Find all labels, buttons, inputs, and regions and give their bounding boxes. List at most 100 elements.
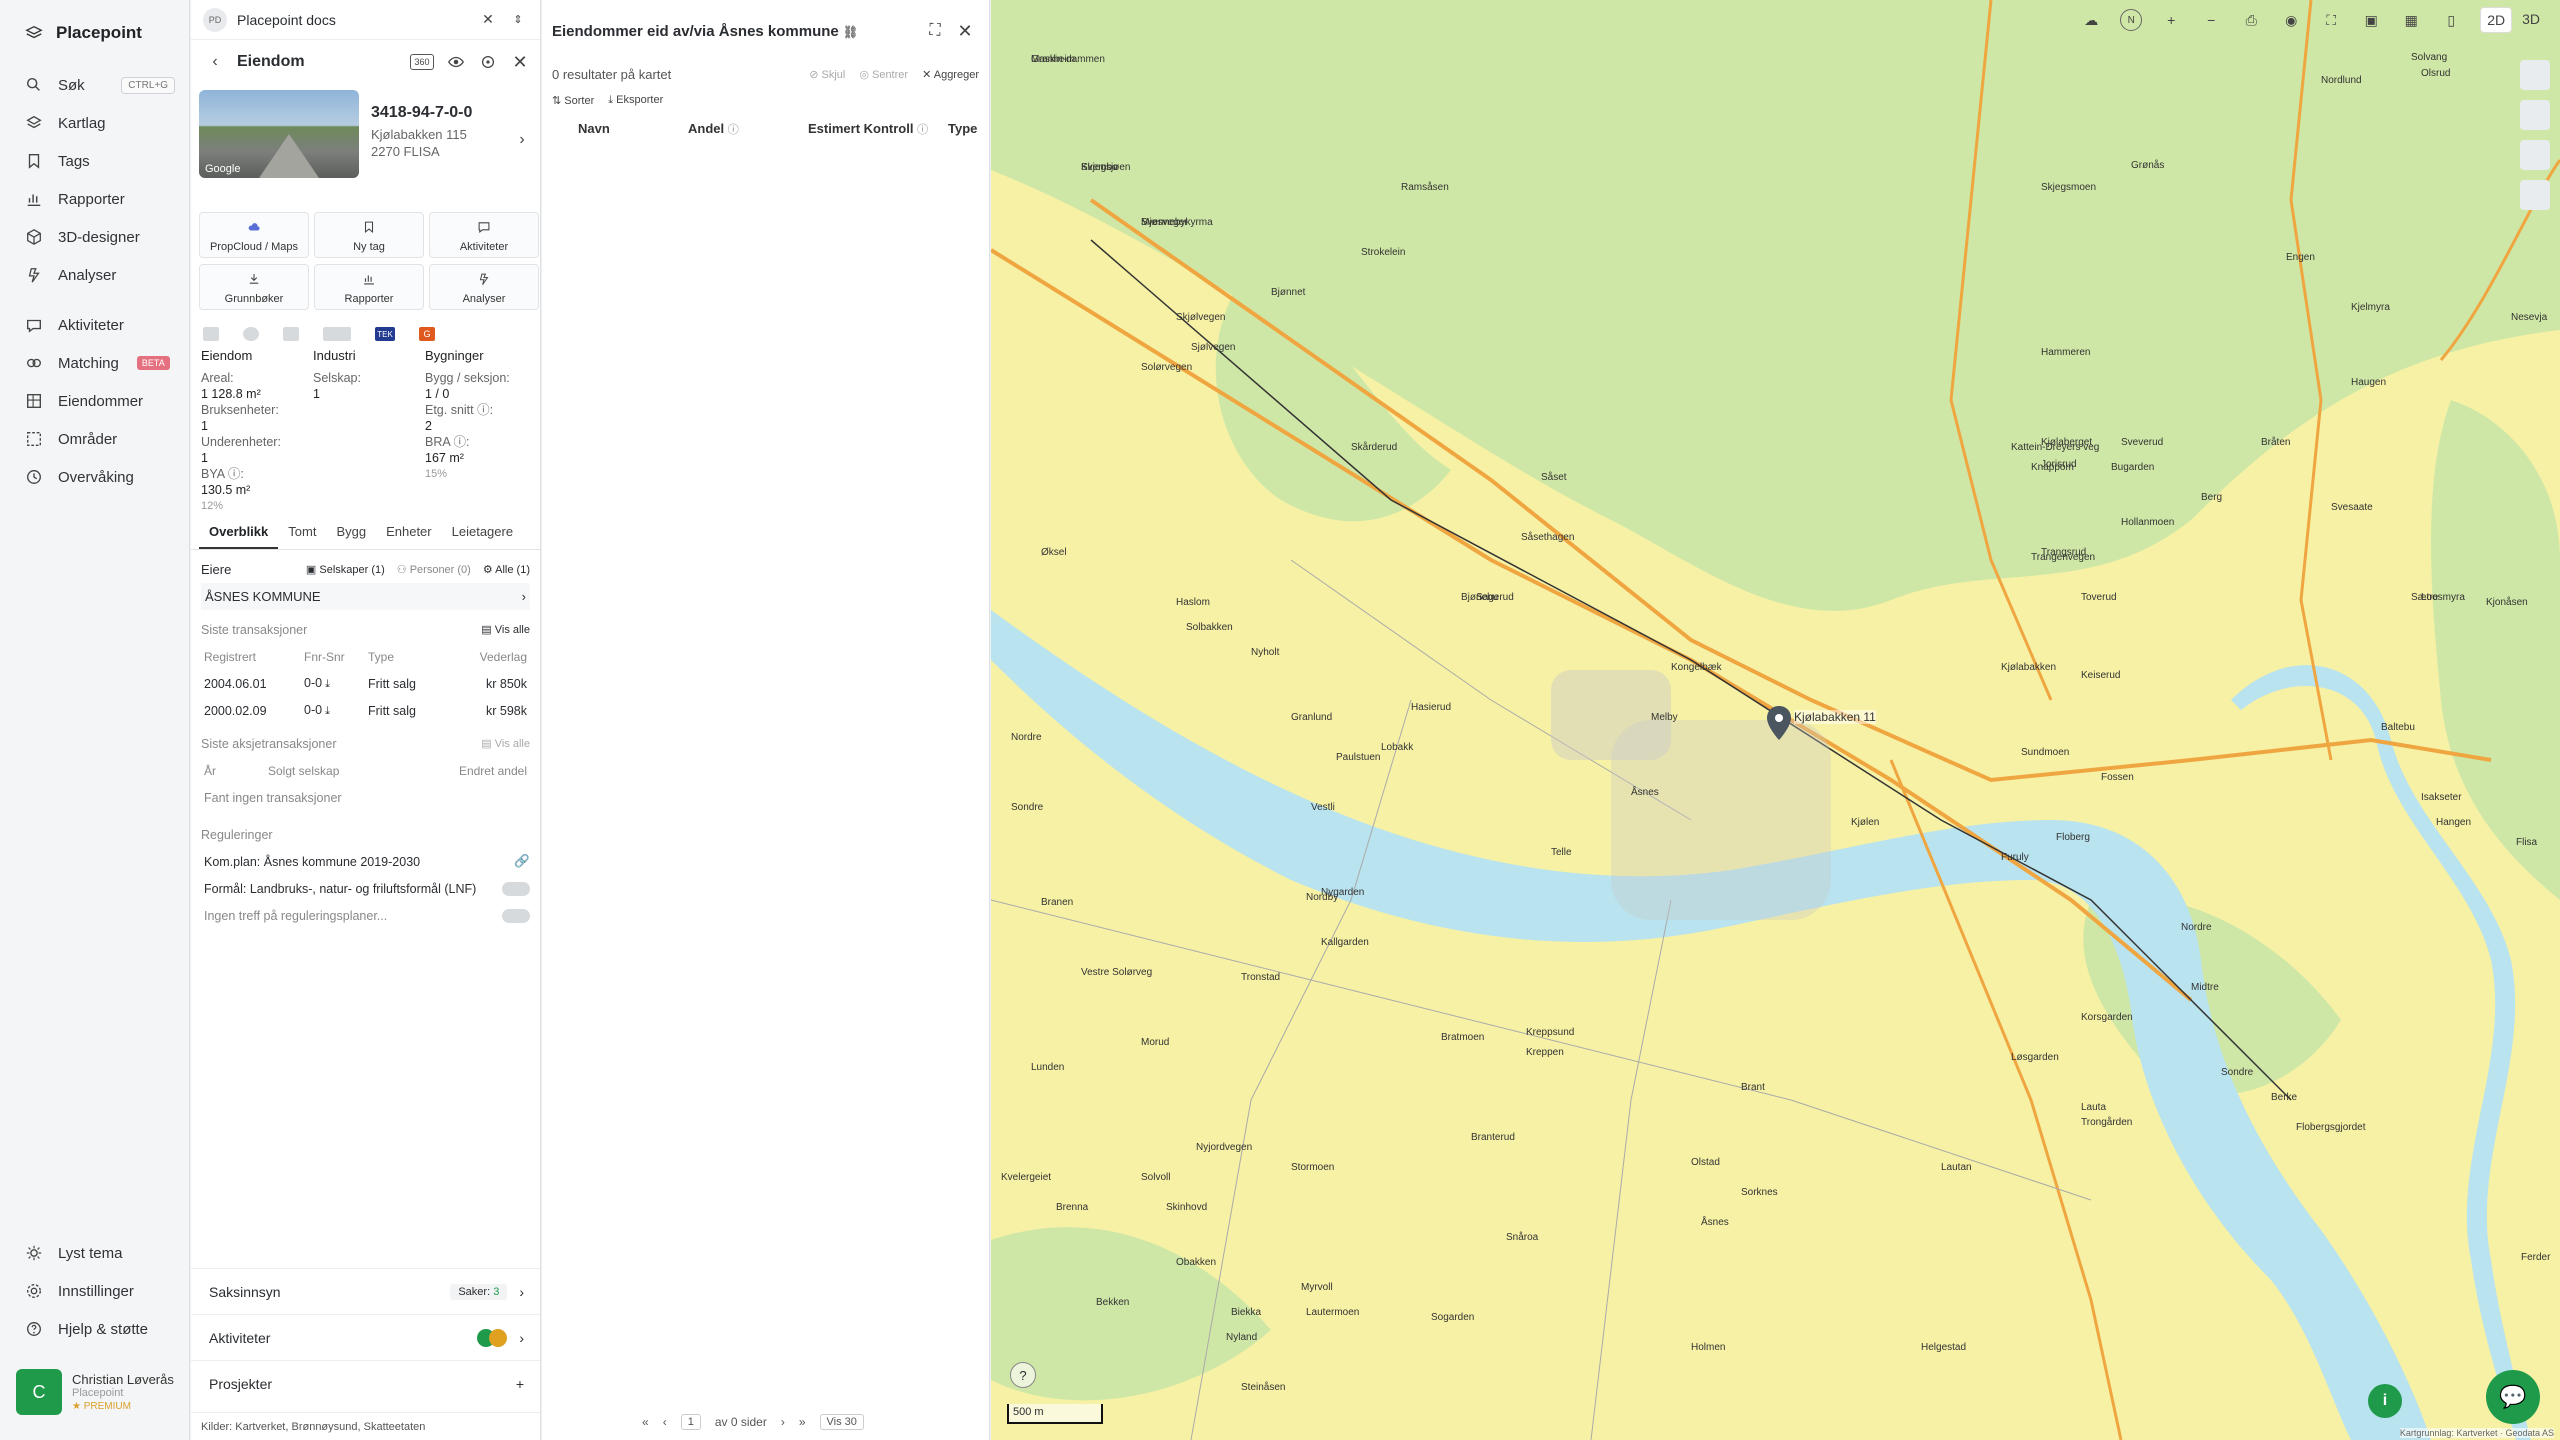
bars-logo-icon[interactable] [323, 327, 351, 341]
sort-button[interactable]: ⇅ Sorter [552, 94, 594, 107]
fullscreen-icon[interactable]: ⛶ [2320, 9, 2342, 31]
ssb-logo-icon[interactable] [203, 327, 219, 341]
filter-personer[interactable]: ⚇ Personer (0) [397, 563, 471, 576]
saksinnsyn-card[interactable]: Saksinnsyn Saker: 3 › [191, 1268, 540, 1314]
column-header-navn[interactable]: Navn [578, 121, 688, 137]
last-page-icon[interactable]: » [799, 1415, 806, 1429]
mode-2d-button[interactable]: 2D [2480, 7, 2513, 33]
aktiviteter-card[interactable]: Aktiviteter › [191, 1314, 540, 1360]
expand-icon[interactable]: ⛶ [925, 21, 945, 41]
owner-row[interactable]: ÅSNES KOMMUNE › [201, 583, 530, 610]
nav-item-aktiviteter[interactable]: Aktiviteter [0, 306, 189, 344]
filter-selskaper[interactable]: ▣ Selskaper (1) [306, 563, 385, 576]
action-rapporter-button[interactable]: Rapporter [314, 264, 424, 310]
share-tx-vis-alle[interactable]: ▤ Vis alle [481, 737, 530, 750]
chat-icon[interactable]: 💬 [2486, 1370, 2540, 1424]
nav-item-områder[interactable]: Områder [0, 420, 189, 458]
column-header-andel[interactable]: Andel ⓘ [688, 121, 808, 137]
column-header-estimert-kontroll[interactable]: Estimert Kontroll ⓘ [808, 121, 948, 137]
purpose-toggle[interactable] [502, 881, 530, 896]
nav-item-lyst-tema[interactable]: Lyst tema [0, 1234, 189, 1272]
north-arrow-icon[interactable]: N [2120, 9, 2143, 31]
tab-overblikk[interactable]: Overblikk [199, 520, 279, 549]
map-place-label: Lauta [2081, 1102, 2106, 1113]
nav-item-innstillinger[interactable]: Innstillinger [0, 1272, 189, 1310]
action-aktiviteter-button[interactable]: Aktiviteter [429, 212, 539, 258]
download-icon[interactable]: ⤓ [322, 678, 330, 690]
export-button[interactable]: ⤓ Eksporter [608, 94, 663, 107]
action-analyser-button[interactable]: Analyser [429, 264, 539, 310]
link-icon[interactable]: ⛓ [843, 25, 858, 39]
chevron-updown-icon[interactable]: ⇕ [508, 10, 528, 30]
zoom-out-icon[interactable]: − [2200, 9, 2222, 31]
action-grunnbøker-button[interactable]: Grunnbøker [199, 264, 309, 310]
first-page-icon[interactable]: « [642, 1415, 649, 1429]
eye-icon[interactable] [446, 52, 466, 72]
table-row[interactable]: 2000.02.09 0-0 ⤓ Fritt salg kr 598k [201, 697, 530, 724]
transactions-vis-alle[interactable]: ▤ Vis alle [481, 623, 530, 636]
cloud-lock-icon[interactable]: ☁ [2080, 9, 2102, 31]
nav-item-hjelp-støtte[interactable]: Hjelp & støtte [0, 1310, 189, 1348]
tab-leietagere[interactable]: Leietagere [442, 520, 523, 549]
tab-tomt[interactable]: Tomt [278, 520, 326, 549]
map-help-icon[interactable]: ? [1010, 1362, 1036, 1388]
globe-logo-icon[interactable] [243, 327, 259, 341]
360-icon[interactable]: 360 [410, 54, 434, 70]
nav-item-analyser[interactable]: Analyser [0, 256, 189, 294]
eye-icon[interactable]: ◉ [2280, 9, 2302, 31]
skjul-button[interactable]: ⊘ Skjul [809, 68, 845, 81]
sentrer-button[interactable]: ◎ Sentrer [859, 68, 908, 81]
nav-item-tags[interactable]: Tags [0, 142, 189, 180]
link-icon[interactable]: 🔗 [514, 854, 530, 869]
action-ny-tag-button[interactable]: Ny tag [314, 212, 424, 258]
regulation-toggle[interactable] [502, 908, 530, 923]
chevron-right-icon[interactable]: › [512, 130, 532, 150]
docs-title[interactable]: Placepoint docs [237, 12, 468, 28]
tek-logo-icon[interactable]: TEK [375, 327, 395, 341]
close-icon[interactable]: ✕ [478, 10, 498, 30]
next-page-icon[interactable]: › [781, 1415, 785, 1429]
building-logo-icon[interactable] [283, 327, 299, 341]
street-view-thumbnail[interactable]: Google [199, 90, 359, 178]
nav-item-3d-designer[interactable]: 3D-designer [0, 218, 189, 256]
close-icon[interactable]: ✕ [955, 21, 975, 41]
nav-item-rapporter[interactable]: Rapporter [0, 180, 189, 218]
bookmark-icon[interactable]: ▯ [2440, 9, 2462, 31]
print-icon[interactable]: ⎙ [2240, 9, 2262, 31]
zoom-in-icon[interactable]: + [2160, 9, 2182, 31]
g-logo-icon[interactable]: G [419, 327, 435, 341]
back-icon[interactable]: ‹ [205, 52, 225, 72]
download-icon[interactable]: ⤓ [322, 705, 330, 717]
tab-enheter[interactable]: Enheter [376, 520, 442, 549]
camera-icon[interactable]: ▣ [2360, 9, 2382, 31]
prosjekter-card[interactable]: Prosjekter + [191, 1360, 540, 1406]
nav-item-overvåking[interactable]: Overvåking [0, 458, 189, 496]
nav-item-matching[interactable]: Matching BETA [0, 344, 189, 382]
user-profile[interactable]: C Christian Løverås Placepoint ★ PREMIUM [16, 1369, 181, 1415]
legend-control-icon[interactable] [2520, 100, 2550, 130]
chart-control-icon[interactable] [2520, 140, 2550, 170]
layers-icon [24, 113, 44, 133]
nav-item-søk[interactable]: Søk CTRL+G [0, 66, 189, 104]
action-propcloud-maps-button[interactable]: PropCloud / Maps [199, 212, 309, 258]
grid-icon[interactable]: ▦ [2400, 9, 2422, 31]
nav-item-eiendommer[interactable]: Eiendommer [0, 382, 189, 420]
tab-bygg[interactable]: Bygg [326, 520, 376, 549]
close-icon[interactable]: ✕ [510, 52, 530, 72]
nav-item-kartlag[interactable]: Kartlag [0, 104, 189, 142]
aggreger-button[interactable]: ✕ Aggreger [922, 68, 979, 81]
info-icon[interactable]: ⓘ [917, 124, 928, 136]
crosshair-icon[interactable] [478, 52, 498, 72]
page-input[interactable]: 1 [680, 1414, 701, 1430]
plus-icon[interactable]: + [516, 1376, 524, 1392]
measure-control-icon[interactable] [2520, 180, 2550, 210]
prev-page-icon[interactable]: ‹ [663, 1415, 667, 1429]
table-row[interactable]: 2004.06.01 0-0 ⤓ Fritt salg kr 850k [201, 670, 530, 697]
filter-alle[interactable]: ⚙ Alle (1) [483, 563, 530, 576]
per-page-select[interactable]: Vis 30 [819, 1414, 864, 1430]
property-pin[interactable]: Kjølabakken 11 [1764, 704, 1876, 749]
mode-3d-button[interactable]: 3D [2516, 7, 2546, 33]
layers-control-icon[interactable] [2520, 60, 2550, 90]
info-icon[interactable]: i [2368, 1384, 2402, 1418]
info-icon[interactable]: ⓘ [728, 124, 739, 136]
